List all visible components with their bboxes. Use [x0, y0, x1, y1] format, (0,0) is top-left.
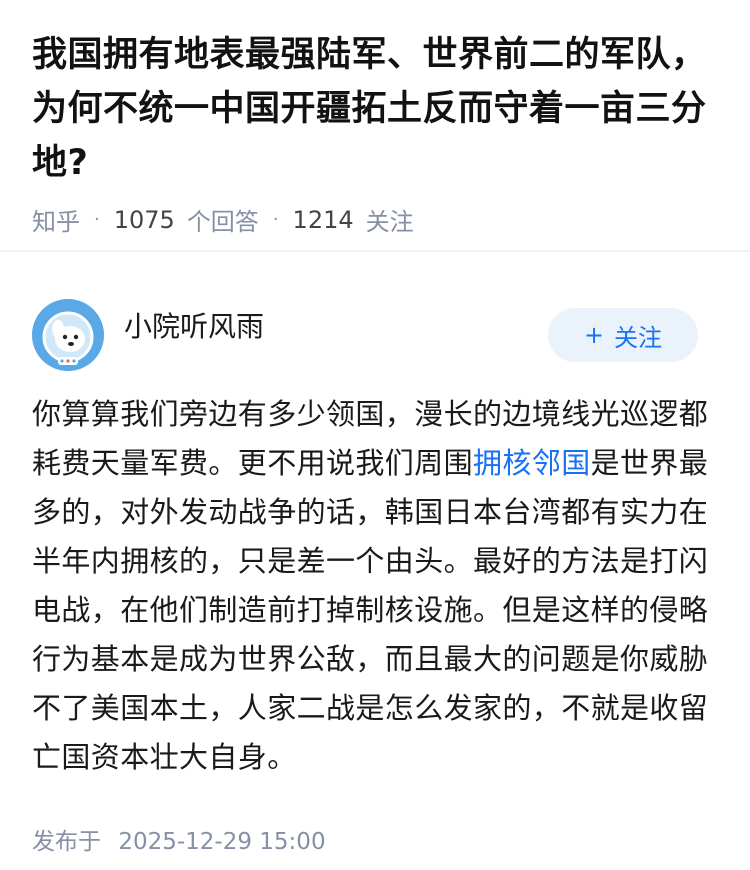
avatar[interactable]: [32, 299, 104, 371]
section-divider: [0, 250, 750, 252]
source-label[interactable]: 知乎: [32, 202, 80, 237]
published-label: 发布于: [32, 829, 101, 855]
question-title[interactable]: 我国拥有地表最强陆军、世界前二的军队，为何不统一中国开疆拓土反而守着一亩三分地?: [32, 28, 718, 190]
publish-info: 发布于 2025-12-29 15:00: [0, 822, 750, 856]
answer-text-after: 是世界最多的，对外发动战争的话，韩国日本台湾都有实力在半年内拥核的，只是差一个由…: [32, 446, 709, 774]
published-time: 2025-12-29 15:00: [118, 829, 326, 855]
answer-link[interactable]: 拥核邻国: [473, 446, 591, 480]
meta-separator: ·: [272, 209, 279, 230]
follow-button[interactable]: + 关注: [548, 308, 698, 362]
author-name[interactable]: 小院听风雨: [124, 305, 548, 345]
follow-count-label: 关注: [365, 208, 414, 236]
follow-button-label: 关注: [614, 323, 663, 352]
plus-icon: +: [583, 321, 605, 349]
cartoon-dog-astronaut-icon: [32, 299, 104, 371]
answer-count: 1075: [113, 205, 175, 234]
answer-count-label: 个回答: [186, 208, 259, 236]
follow-count: 1214: [292, 205, 354, 234]
author-row: 小院听风雨 + 关注: [0, 290, 750, 380]
question-meta: 知乎 · 1075 个回答 · 1214 关注: [32, 202, 718, 237]
question-header: 我国拥有地表最强陆军、世界前二的军队，为何不统一中国开疆拓土反而守着一亩三分地?…: [0, 0, 750, 236]
meta-separator: ·: [94, 209, 100, 230]
answer-body: 你算算我们旁边有多少领国，漫长的边境线光巡逻都耗费天量军费。更不用说我们周围拥核…: [0, 390, 750, 782]
